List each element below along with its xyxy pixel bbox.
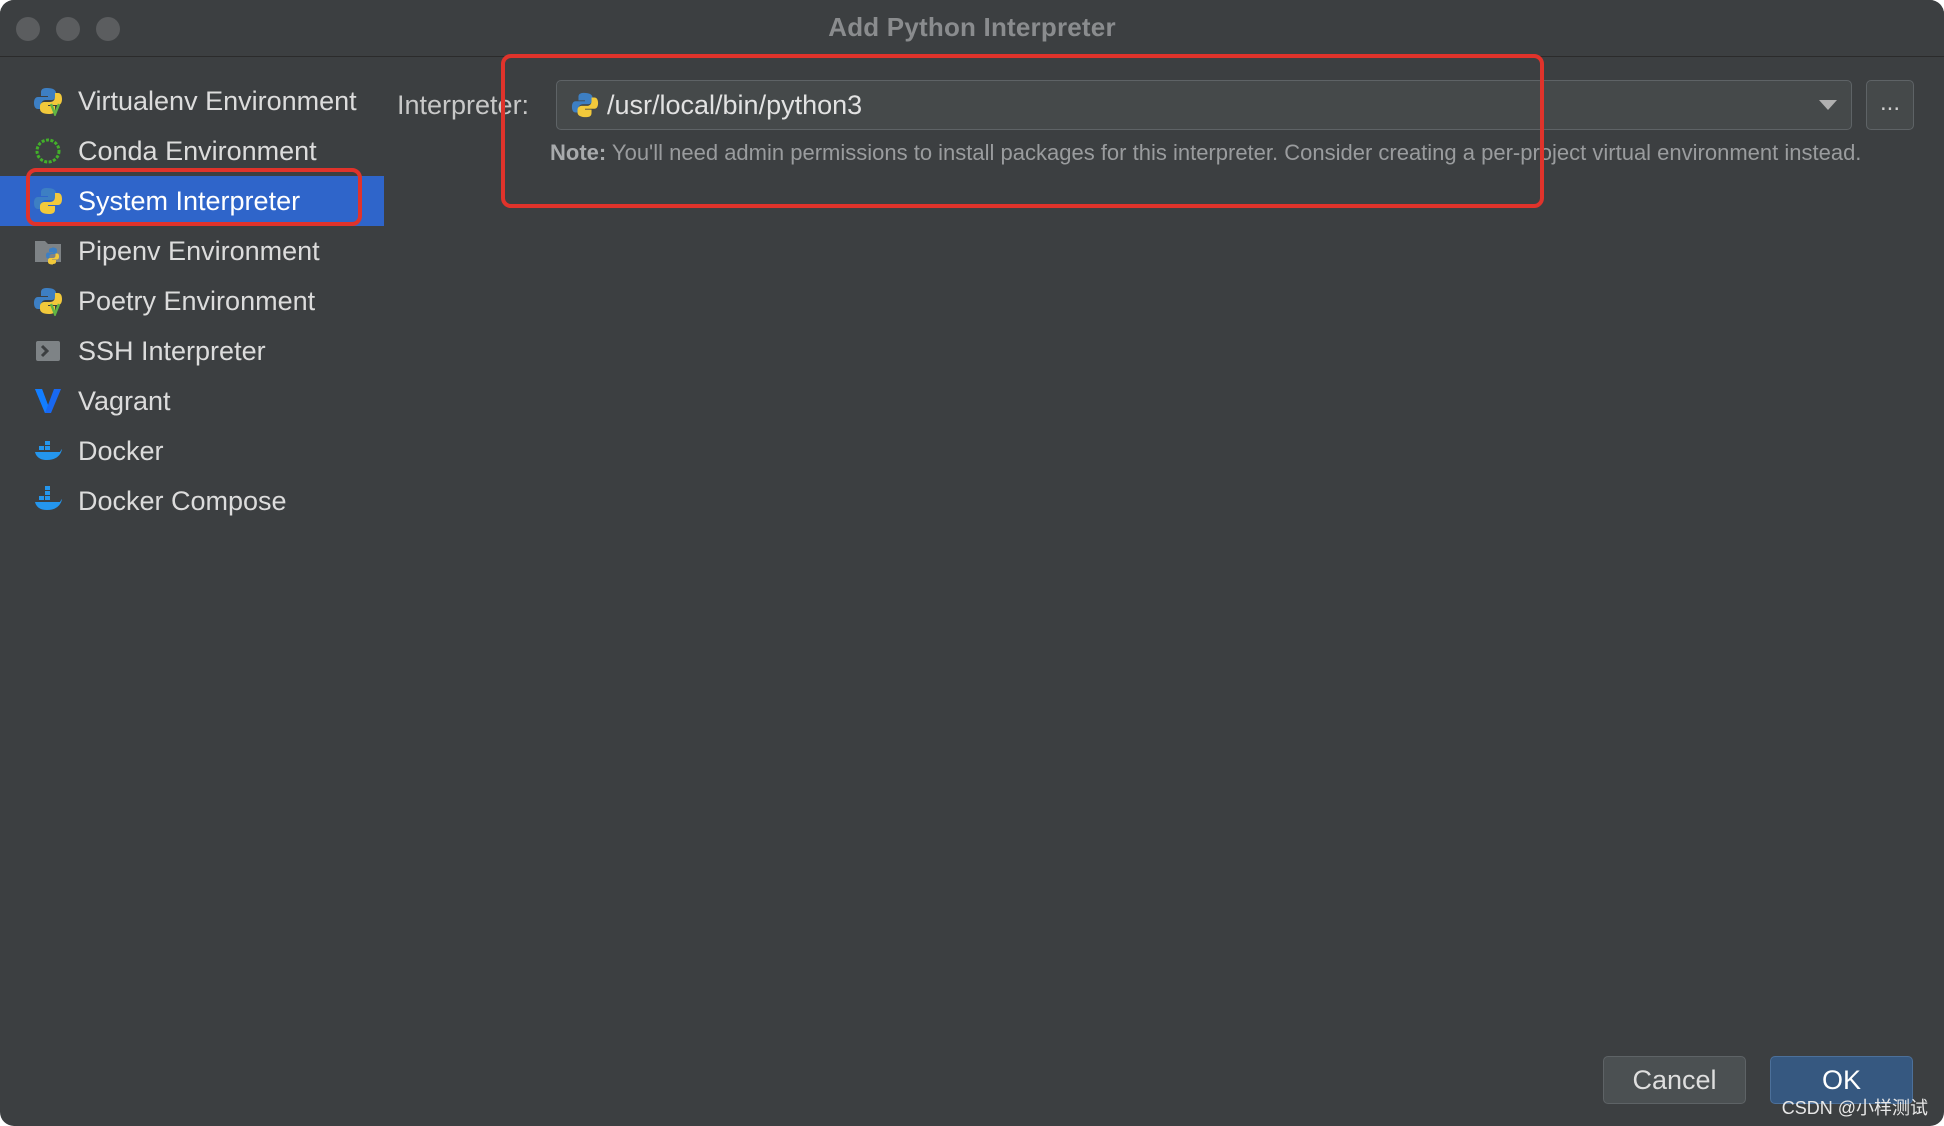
sidebar-item-label: Conda Environment	[78, 135, 317, 166]
sidebar-item-label: Docker	[78, 435, 164, 466]
sidebar-item-ssh[interactable]: SSH Interpreter	[0, 326, 384, 376]
sidebar-item-docker-compose[interactable]: Docker Compose	[0, 476, 384, 526]
python-virtualenv-icon	[32, 85, 64, 117]
ssh-terminal-icon	[32, 335, 64, 367]
sidebar-item-label: Pipenv Environment	[78, 235, 320, 266]
sidebar-item-label: Poetry Environment	[78, 285, 316, 316]
docker-icon	[32, 435, 64, 467]
interpreter-type-list: Virtualenv Environment Conda Environment…	[0, 76, 384, 526]
sidebar-item-poetry[interactable]: Poetry Environment	[0, 276, 384, 326]
sidebar-item-pipenv[interactable]: Pipenv Environment	[0, 226, 384, 276]
sidebar-item-label: Vagrant	[78, 385, 171, 416]
sidebar-item-virtualenv[interactable]: Virtualenv Environment	[0, 76, 384, 126]
watermark: CSDN @小样测试	[1781, 1098, 1928, 1118]
sidebar-item-label: SSH Interpreter	[78, 335, 266, 366]
sidebar-item-label: Virtualenv Environment	[78, 85, 357, 116]
sidebar-item-docker[interactable]: Docker	[0, 426, 384, 476]
title-bar: Add Python Interpreter	[0, 0, 1944, 57]
vagrant-icon	[32, 385, 64, 417]
browse-interpreter-button[interactable]: ...	[1866, 80, 1914, 130]
pipenv-icon	[32, 235, 64, 267]
chevron-down-icon[interactable]	[1819, 100, 1837, 110]
poetry-icon	[32, 285, 64, 317]
conda-icon	[32, 135, 64, 167]
highlight-box-system-interpreter	[26, 168, 362, 226]
dialog-window: Add Python Interpreter Virtualenv Enviro…	[0, 0, 1944, 1126]
docker-compose-icon	[32, 485, 64, 517]
cancel-button[interactable]: Cancel	[1603, 1056, 1746, 1104]
sidebar-item-label: Docker Compose	[78, 485, 287, 516]
sidebar-item-vagrant[interactable]: Vagrant	[0, 376, 384, 426]
highlight-box-interpreter	[501, 54, 1544, 208]
window-title: Add Python Interpreter	[828, 12, 1116, 42]
